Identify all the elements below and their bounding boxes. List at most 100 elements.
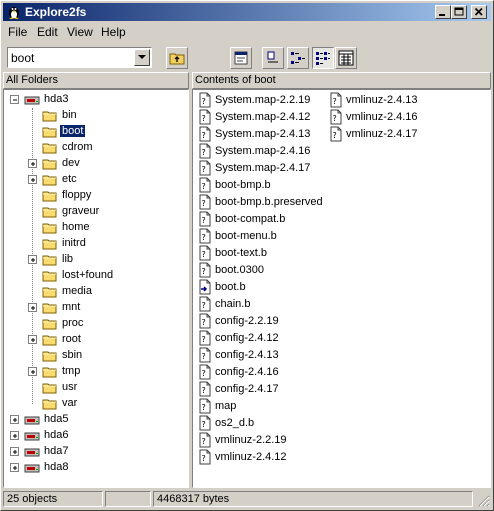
file-list[interactable]: ? System.map-2.2.19? System.map-2.4.12? Sys… [192,89,491,488]
tree-folder-etc[interactable]: etc [4,172,188,188]
tree-folder-root[interactable]: root [4,332,188,348]
file-item[interactable]: ? config-2.2.19 [197,313,325,330]
drive-icon [24,460,40,479]
file-item[interactable]: ? System.map-2.4.17 [197,160,325,177]
expand-icon[interactable] [10,415,19,424]
tree-folder-sbin[interactable]: sbin [4,348,188,364]
file-item[interactable]: ? boot-compat.b [197,211,325,228]
folder-tree[interactable]: hda3 bin boot cdrom dev etc floppy graveur home i… [3,89,189,488]
file-name: boot-text.b [215,247,267,259]
svg-text:?: ? [202,369,206,378]
file-name: config-2.4.13 [215,349,279,361]
details-view-button[interactable] [335,47,357,69]
small-icons-icon [291,52,305,64]
file-item[interactable]: ? boot-bmp.b [197,177,325,194]
close-button[interactable] [471,5,487,19]
tree-drive-hda3[interactable]: hda3 [4,92,188,108]
file-item[interactable]: ? boot-text.b [197,245,325,262]
expand-icon[interactable] [28,255,37,264]
menu-view[interactable]: View [67,25,93,39]
list-view-button[interactable] [312,47,334,69]
file-item[interactable]: ? System.map-2.4.16 [197,143,325,160]
menu-help[interactable]: Help [101,25,126,39]
tree-folder-mnt[interactable]: mnt [4,300,188,316]
file-item[interactable]: ? config-2.4.16 [197,364,325,381]
title-bar[interactable]: Explore2fs [3,3,491,21]
expand-icon[interactable] [10,463,19,472]
file-name: System.map-2.4.13 [215,128,311,140]
tree-item-label: hda3 [44,93,69,105]
file-item[interactable]: boot.b [197,279,325,296]
tree-folder-boot[interactable]: boot [4,124,188,140]
tree-item-label: floppy [62,189,92,201]
size-grip[interactable] [477,494,490,507]
file-name: boot-compat.b [215,213,286,225]
small-icons-button[interactable] [287,47,309,69]
tree-item-label: lib [62,253,74,265]
file-item[interactable]: ? chain.b [197,296,325,313]
path-combobox[interactable]: boot [7,47,152,68]
large-icons-button[interactable] [262,47,284,69]
expand-icon[interactable] [28,303,37,312]
expand-icon[interactable] [28,175,37,184]
minimize-button[interactable] [435,5,451,19]
maximize-button[interactable] [451,5,467,19]
tree-folder-lost-found[interactable]: lost+found [4,268,188,284]
file-item[interactable]: ? System.map-2.4.13 [197,126,325,143]
tree-folder-tmp[interactable]: tmp [4,364,188,380]
file-item[interactable]: ? vmlinuz-2.4.16 [328,109,456,126]
expand-icon[interactable] [28,367,37,376]
file-item[interactable]: ? System.map-2.2.19 [197,92,325,109]
menu-file[interactable]: File [8,25,27,39]
tree-folder-dev[interactable]: dev [4,156,188,172]
file-item[interactable]: ? boot-menu.b [197,228,325,245]
file-name: vmlinuz-2.4.17 [346,128,418,140]
tree-folder-proc[interactable]: proc [4,316,188,332]
expand-icon[interactable] [28,335,37,344]
svg-text:?: ? [202,403,206,412]
file-item[interactable]: ? System.map-2.4.12 [197,109,325,126]
chevron-down-icon [138,55,146,59]
tree-folder-lib[interactable]: lib [4,252,188,268]
tree-item-label: home [62,221,90,233]
menu-bar: File Edit View Help [3,23,491,41]
tree-folder-initrd[interactable]: initrd [4,236,188,252]
folder-up-icon [169,53,185,65]
file-item[interactable]: ? config-2.4.12 [197,330,325,347]
file-item[interactable]: ? map [197,398,325,415]
tree-drive-hda7[interactable]: hda7 [4,444,188,460]
file-item[interactable]: ? vmlinuz-2.4.12 [197,449,325,466]
tree-folder-media[interactable]: media [4,284,188,300]
tree-folder-usr[interactable]: usr [4,380,188,396]
file-item[interactable]: ? vmlinuz-2.2.19 [197,432,325,449]
tree-drive-hda6[interactable]: hda6 [4,428,188,444]
tree-drive-hda8[interactable]: hda8 [4,460,188,476]
file-item[interactable]: ? config-2.4.13 [197,347,325,364]
tree-folder-bin[interactable]: bin [4,108,188,124]
expand-icon[interactable] [28,159,37,168]
expand-icon[interactable] [10,447,19,456]
file-item[interactable]: ? vmlinuz-2.4.13 [328,92,456,109]
up-one-level-button[interactable] [166,47,188,69]
combobox-dropdown-button[interactable] [134,49,150,66]
collapse-icon[interactable] [10,95,19,104]
file-name: config-2.4.16 [215,366,279,378]
svg-text:?: ? [202,454,206,463]
file-item[interactable]: ? vmlinuz-2.4.17 [328,126,456,143]
menu-edit[interactable]: Edit [37,25,58,39]
file-item[interactable]: ? boot.0300 [197,262,325,279]
tree-folder-home[interactable]: home [4,220,188,236]
file-item[interactable]: ? config-2.4.17 [197,381,325,398]
tux-app-icon[interactable] [6,4,22,20]
path-combobox-value: boot [11,51,35,65]
tree-folder-floppy[interactable]: floppy [4,188,188,204]
tree-drive-hda5[interactable]: hda5 [4,412,188,428]
tree-folder-var[interactable]: var [4,396,188,412]
file-name: config-2.4.17 [215,383,279,395]
file-item[interactable]: ? os2_d.b [197,415,325,432]
properties-button[interactable] [230,47,252,69]
tree-folder-cdrom[interactable]: cdrom [4,140,188,156]
expand-icon[interactable] [10,431,19,440]
file-item[interactable]: ? boot-bmp.b.preserved [197,194,325,211]
tree-folder-graveur[interactable]: graveur [4,204,188,220]
